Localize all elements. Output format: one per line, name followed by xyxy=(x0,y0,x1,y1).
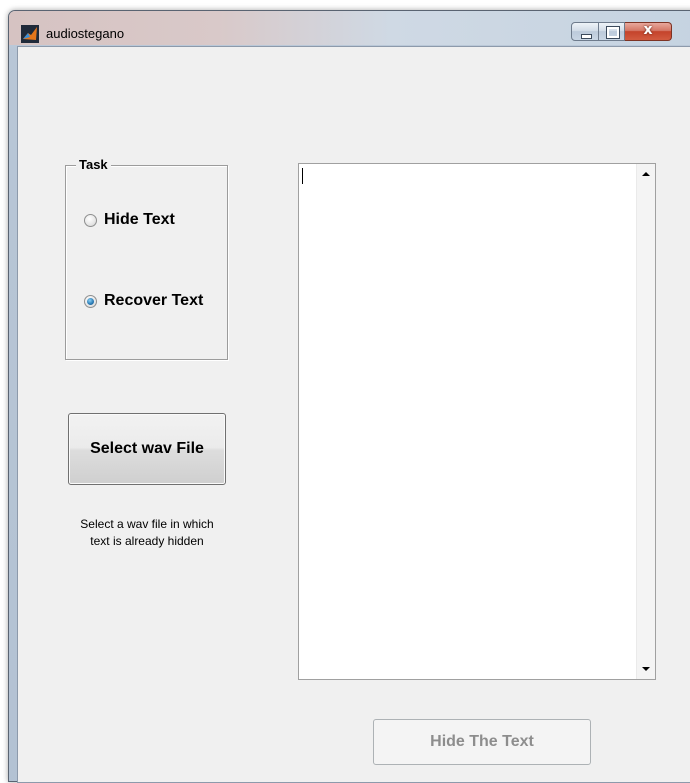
instruction-text: Select a wav file in which text is alrea… xyxy=(58,516,236,550)
message-text-box[interactable] xyxy=(298,163,656,680)
hide-the-text-button[interactable]: Hide The Text xyxy=(373,719,591,765)
vertical-scrollbar[interactable] xyxy=(636,164,655,679)
recover-text-radio-label: Recover Text xyxy=(104,292,204,309)
scroll-down-arrow-icon[interactable] xyxy=(642,667,650,671)
instruction-line-1: Select a wav file in which xyxy=(80,517,214,531)
matlab-icon xyxy=(21,25,39,43)
text-caret xyxy=(302,168,303,184)
minimize-button[interactable] xyxy=(571,22,599,41)
title-bar[interactable]: audiostegano x xyxy=(9,11,690,45)
close-icon: x xyxy=(643,22,653,38)
hide-text-radio-circle[interactable] xyxy=(84,213,97,227)
task-panel: Task Hide Text Recover Text xyxy=(65,157,228,360)
close-button[interactable]: x xyxy=(625,22,672,41)
caption-buttons: x xyxy=(571,22,672,42)
maximize-button[interactable] xyxy=(599,22,625,41)
task-panel-title: Task xyxy=(76,157,111,172)
window-title: audiostegano xyxy=(46,26,125,41)
select-wav-file-button[interactable]: Select wav File xyxy=(68,413,226,485)
hide-text-radio-label: Hide Text xyxy=(104,211,175,228)
recover-text-radio[interactable]: Recover Text xyxy=(84,292,203,310)
hide-text-radio[interactable]: Hide Text xyxy=(84,211,175,229)
app-window: audiostegano x Task Hide Text Recover Te… xyxy=(8,10,690,783)
figure-client-area: Task Hide Text Recover Text Select wav F… xyxy=(17,46,690,783)
recover-text-radio-circle[interactable] xyxy=(84,294,97,308)
instruction-line-2: text is already hidden xyxy=(90,534,204,548)
scroll-up-arrow-icon[interactable] xyxy=(642,172,650,176)
